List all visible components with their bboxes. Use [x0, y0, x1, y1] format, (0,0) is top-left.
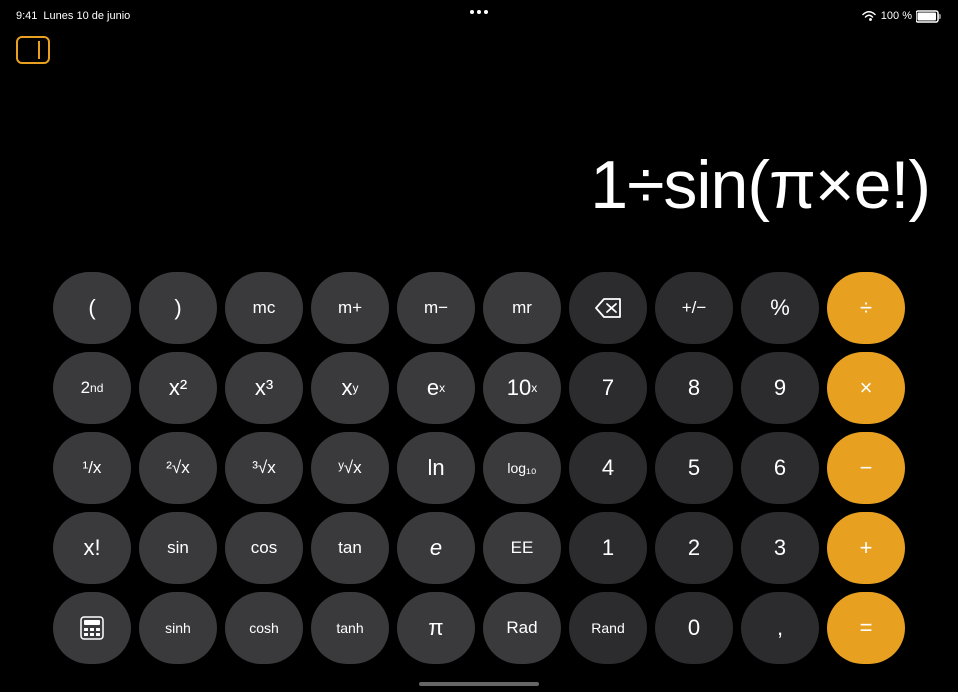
btn-9[interactable]: 9	[741, 352, 819, 424]
btn-sqrt-y[interactable]: ʸ√x	[311, 432, 389, 504]
btn-close-paren[interactable]: )	[139, 272, 217, 344]
btn-log10[interactable]: log₁₀	[483, 432, 561, 504]
btn-8[interactable]: 8	[655, 352, 733, 424]
status-time: 9:41	[16, 10, 37, 22]
btn-tan[interactable]: tan	[311, 512, 389, 584]
btn-cosh[interactable]: cosh	[225, 592, 303, 664]
btn-tanh[interactable]: tanh	[311, 592, 389, 664]
btn-percent[interactable]: %	[741, 272, 819, 344]
btn-sqrt2[interactable]: ²√x	[139, 432, 217, 504]
btn-calculator-mode[interactable]	[53, 592, 131, 664]
btn-backspace[interactable]	[569, 272, 647, 344]
wifi-icon	[861, 10, 877, 22]
btn-sinh[interactable]: sinh	[139, 592, 217, 664]
calculator-icon	[79, 615, 105, 641]
display-area: 1÷sin(π×e!)	[0, 40, 958, 240]
btn-ee[interactable]: EE	[483, 512, 561, 584]
btn-x-y[interactable]: xy	[311, 352, 389, 424]
btn-ln[interactable]: ln	[397, 432, 475, 504]
btn-cos[interactable]: cos	[225, 512, 303, 584]
btn-add[interactable]: +	[827, 512, 905, 584]
btn-m-minus[interactable]: m−	[397, 272, 475, 344]
btn-m-plus[interactable]: m+	[311, 272, 389, 344]
backspace-icon	[594, 297, 622, 319]
button-row-5: sinh cosh tanh π Rad Rand 0 , =	[10, 592, 948, 664]
button-row-1: ( ) mc m+ m− mr +/− % ÷	[10, 272, 948, 344]
status-bar: 9:41 Lunes 10 de junio 100 %	[0, 0, 958, 32]
btn-decimal[interactable]: ,	[741, 592, 819, 664]
btn-rad[interactable]: Rad	[483, 592, 561, 664]
button-row-3: ¹/x ²√x ³√x ʸ√x ln log₁₀ 4 5 6 −	[10, 432, 948, 504]
status-bar-left: 9:41 Lunes 10 de junio	[16, 10, 130, 22]
btn-inverse[interactable]: ¹/x	[53, 432, 131, 504]
btn-rand[interactable]: Rand	[569, 592, 647, 664]
btn-sin[interactable]: sin	[139, 512, 217, 584]
calculator-keypad: ( ) mc m+ m− mr +/− % ÷ 2nd x² x³ xy ex …	[0, 272, 958, 672]
btn-x-cubed[interactable]: x³	[225, 352, 303, 424]
button-row-2: 2nd x² x³ xy ex 10x 7 8 9 ×	[10, 352, 948, 424]
btn-equals[interactable]: =	[827, 592, 905, 664]
status-date: Lunes 10 de junio	[43, 10, 130, 22]
btn-pi[interactable]: π	[397, 592, 475, 664]
display-expression: 1÷sin(π×e!)	[590, 146, 930, 224]
btn-open-paren[interactable]: (	[53, 272, 131, 344]
btn-2[interactable]: 2	[655, 512, 733, 584]
battery-icon	[916, 10, 942, 23]
btn-0[interactable]: 0	[655, 592, 733, 664]
status-bar-right: 100 %	[861, 10, 942, 23]
btn-4[interactable]: 4	[569, 432, 647, 504]
btn-6[interactable]: 6	[741, 432, 819, 504]
btn-multiply[interactable]: ×	[827, 352, 905, 424]
btn-divide[interactable]: ÷	[827, 272, 905, 344]
btn-1[interactable]: 1	[569, 512, 647, 584]
btn-7[interactable]: 7	[569, 352, 647, 424]
btn-sqrt3[interactable]: ³√x	[225, 432, 303, 504]
btn-2nd[interactable]: 2nd	[53, 352, 131, 424]
home-indicator	[419, 682, 539, 686]
btn-5[interactable]: 5	[655, 432, 733, 504]
btn-10-x[interactable]: 10x	[483, 352, 561, 424]
btn-x-squared[interactable]: x²	[139, 352, 217, 424]
btn-e[interactable]: e	[397, 512, 475, 584]
button-row-4: x! sin cos tan e EE 1 2 3 +	[10, 512, 948, 584]
btn-3[interactable]: 3	[741, 512, 819, 584]
btn-e-x[interactable]: ex	[397, 352, 475, 424]
battery-label: 100 %	[881, 10, 912, 22]
btn-subtract[interactable]: −	[827, 432, 905, 504]
btn-mr[interactable]: mr	[483, 272, 561, 344]
btn-factorial[interactable]: x!	[53, 512, 131, 584]
btn-mc[interactable]: mc	[225, 272, 303, 344]
btn-plus-minus[interactable]: +/−	[655, 272, 733, 344]
